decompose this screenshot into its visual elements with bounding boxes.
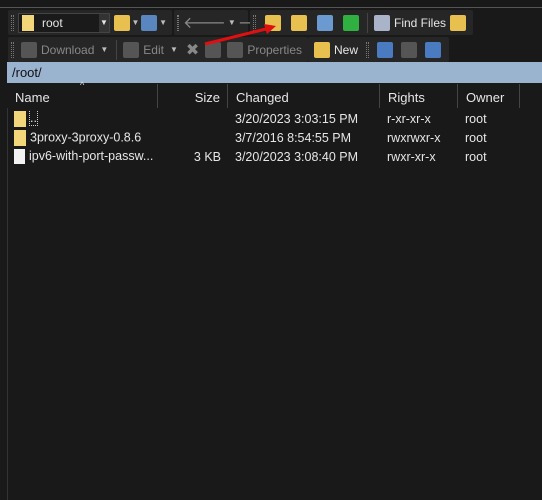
column-owner[interactable]: Owner bbox=[458, 84, 520, 108]
filter-icon[interactable] bbox=[141, 14, 158, 31]
path-bar: /root/ bbox=[7, 62, 542, 83]
edit-button[interactable]: Edit ▼ bbox=[120, 39, 183, 61]
location-value: root bbox=[41, 15, 63, 30]
folder-icon bbox=[21, 14, 34, 31]
open-directory-icon[interactable] bbox=[113, 14, 130, 31]
filter-select-icon[interactable] bbox=[425, 41, 441, 58]
file-name: .. bbox=[29, 110, 38, 126]
toolbar-grip[interactable] bbox=[366, 41, 369, 58]
file-name: ipv6-with-port-passw... bbox=[29, 148, 154, 163]
toolbar-grip[interactable] bbox=[11, 41, 14, 58]
edit-icon bbox=[123, 41, 140, 58]
find-files-button[interactable]: Find Files bbox=[371, 12, 449, 34]
column-size[interactable]: Size bbox=[158, 84, 228, 108]
file-changed: 3/20/2023 3:03:15 PM bbox=[235, 111, 359, 126]
sort-ascending-icon: ^ bbox=[80, 80, 85, 90]
file-rights: rwxr-xr-x bbox=[387, 149, 436, 164]
unselect-minus-icon[interactable] bbox=[401, 41, 417, 58]
divider bbox=[7, 108, 8, 500]
file-changed: 3/20/2023 3:08:40 PM bbox=[235, 149, 359, 164]
file-list: .. 3/20/2023 3:03:15 PM r-xr-xr-x root 3… bbox=[7, 109, 542, 166]
delete-icon[interactable]: ✖ bbox=[186, 40, 199, 60]
divider bbox=[0, 7, 542, 8]
column-changed[interactable]: Changed bbox=[228, 84, 380, 108]
edit-label: Edit bbox=[143, 42, 164, 57]
find-files-icon bbox=[374, 14, 390, 31]
column-name[interactable]: Name ^ bbox=[7, 80, 158, 108]
file-changed: 3/7/2016 8:54:55 PM bbox=[235, 130, 352, 145]
toolbar-grip[interactable] bbox=[11, 14, 14, 31]
new-folder-icon bbox=[314, 41, 330, 58]
file-size: 3 KB bbox=[193, 149, 221, 164]
chevron-down-icon[interactable]: ▼ bbox=[98, 13, 109, 32]
file-name: 3proxy-3proxy-0.8.6 bbox=[30, 129, 142, 144]
download-label: Download bbox=[41, 42, 95, 57]
file-owner: root bbox=[465, 149, 487, 164]
find-files-label: Find Files bbox=[394, 15, 447, 30]
folder-icon bbox=[14, 129, 26, 146]
table-row[interactable]: ipv6-with-port-passw... 3 KB 3/20/2023 3… bbox=[7, 147, 542, 166]
download-icon bbox=[21, 41, 37, 58]
directory-toolbar: Find Files bbox=[250, 10, 455, 35]
refresh-icon[interactable] bbox=[343, 14, 359, 31]
root-directory-icon[interactable] bbox=[291, 14, 307, 31]
separator bbox=[367, 12, 368, 33]
download-button[interactable]: Download ▼ bbox=[18, 39, 113, 61]
chevron-down-icon[interactable]: ▼ bbox=[159, 18, 167, 27]
location-combo[interactable]: root ▼ bbox=[17, 12, 110, 33]
home-icon[interactable] bbox=[317, 14, 333, 31]
file-rights: rwxrwxr-x bbox=[387, 130, 441, 145]
file-rights: r-xr-xr-x bbox=[387, 111, 431, 126]
tree-toolbar bbox=[447, 10, 473, 35]
file-owner: root bbox=[465, 130, 487, 145]
parent-folder-icon bbox=[14, 110, 26, 127]
selection-toolbar bbox=[363, 37, 449, 62]
select-plus-icon[interactable] bbox=[377, 41, 393, 58]
annotation-arrow bbox=[204, 24, 276, 46]
location-toolbar: root ▼ ▼ ▼ bbox=[8, 10, 172, 35]
table-row[interactable]: .. 3/20/2023 3:03:15 PM r-xr-xr-x root bbox=[7, 109, 542, 128]
column-rights[interactable]: Rights bbox=[380, 84, 458, 108]
chevron-down-icon[interactable]: ▼ bbox=[132, 18, 140, 27]
tree-icon[interactable] bbox=[450, 14, 466, 31]
new-label: New bbox=[334, 42, 359, 57]
table-row[interactable]: 3proxy-3proxy-0.8.6 3/7/2016 8:54:55 PM … bbox=[7, 128, 542, 147]
column-header: Name ^ Size Changed Rights Owner bbox=[7, 80, 542, 108]
toolbar-grip[interactable] bbox=[177, 14, 179, 31]
file-owner: root bbox=[465, 111, 487, 126]
separator bbox=[116, 39, 118, 60]
file-icon bbox=[14, 149, 25, 165]
